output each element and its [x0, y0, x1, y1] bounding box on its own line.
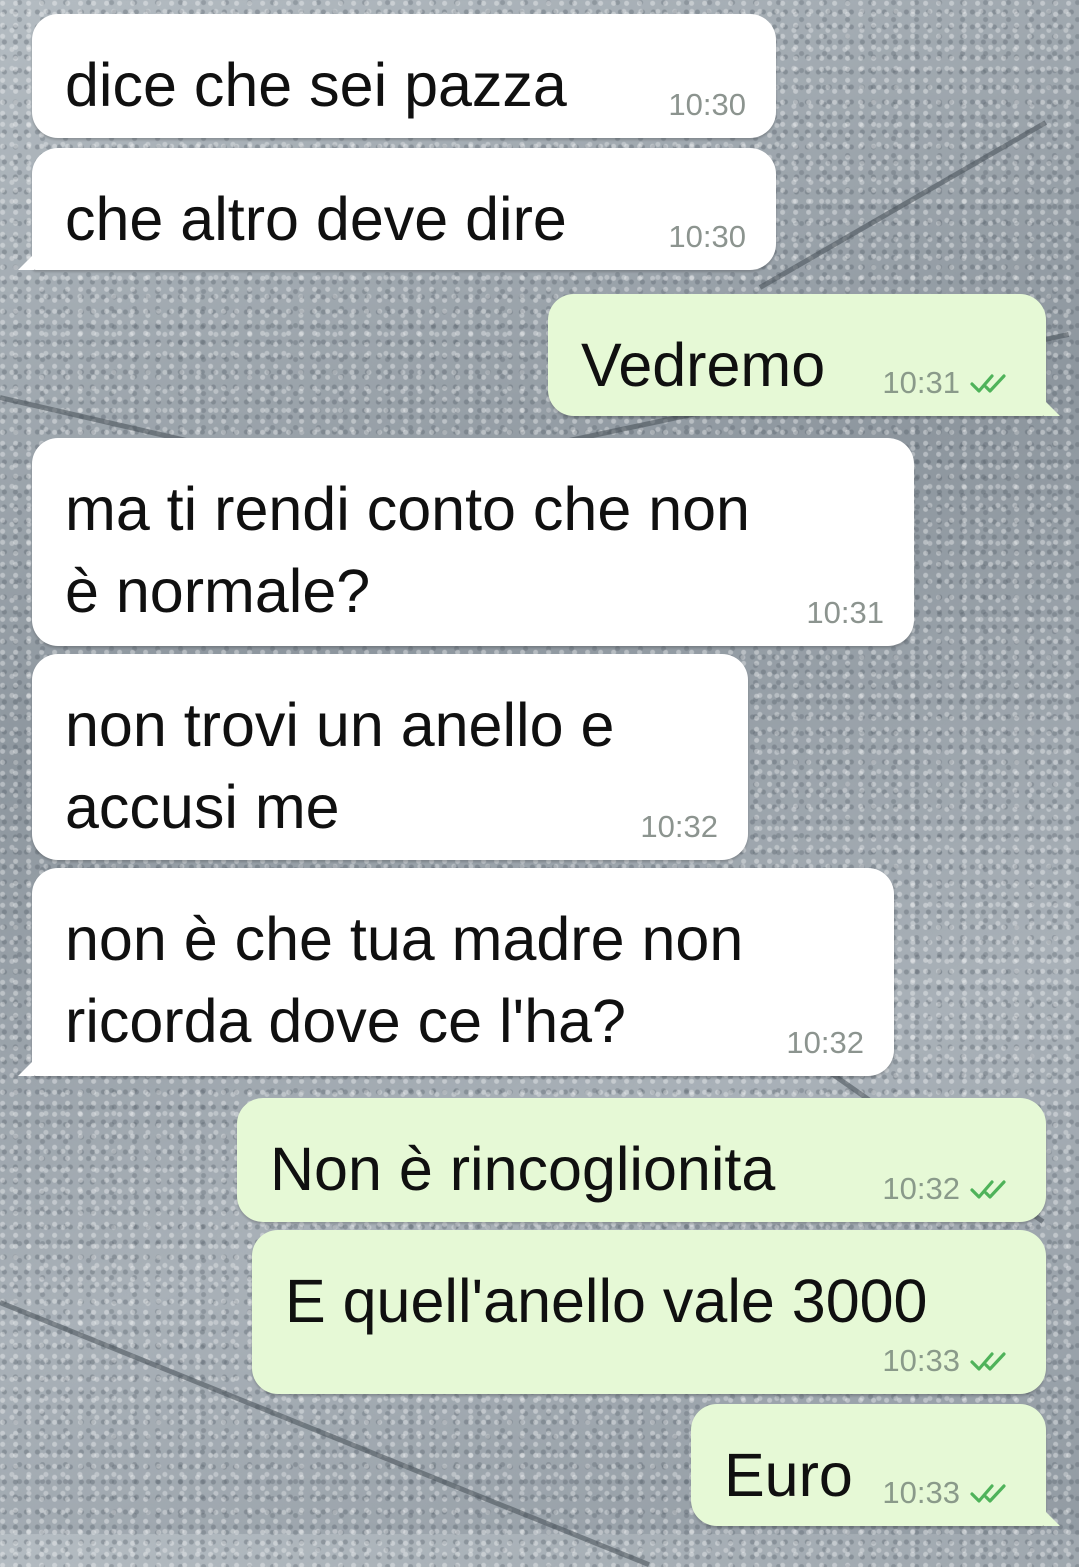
message-text: Non è rincoglionita: [270, 1135, 776, 1203]
message-bubble-incoming[interactable]: ma ti rendi conto che non è normale? 10:…: [32, 438, 914, 646]
message-bubble-outgoing[interactable]: Non è rincoglionita 10:32: [237, 1098, 1046, 1222]
message-text: ma ti rendi conto che non è normale?: [65, 475, 750, 625]
message-meta: 10:32: [882, 1172, 1016, 1206]
double-check-icon: [970, 1352, 1006, 1371]
message-time: 10:30: [668, 87, 746, 122]
message-text: Vedremo: [581, 331, 826, 399]
message-time: 10:33: [882, 1343, 960, 1378]
message-bubble-incoming[interactable]: non è che tua madre non ricorda dove ce …: [18, 868, 894, 1076]
message-meta: 10:30: [668, 88, 746, 122]
message-time: 10:30: [668, 219, 746, 254]
message-time: 10:31: [806, 595, 884, 630]
message-meta: 10:33: [882, 1476, 1016, 1510]
message-bubble-outgoing[interactable]: Vedremo 10:31: [548, 294, 1060, 416]
message-time: 10:32: [786, 1025, 864, 1060]
message-time: 10:32: [640, 809, 718, 844]
double-check-icon: [970, 374, 1006, 393]
message-bubble-outgoing[interactable]: E quell'anello vale 3000 10:33: [252, 1230, 1046, 1394]
double-check-icon: [970, 1484, 1006, 1503]
message-meta: 10:31: [806, 596, 884, 630]
message-text: non è che tua madre non ricorda dove ce …: [65, 905, 744, 1055]
message-time: 10:32: [882, 1171, 960, 1206]
message-meta: 10:32: [640, 810, 718, 844]
message-time: 10:31: [882, 365, 960, 400]
message-meta: 10:30: [668, 220, 746, 254]
message-bubble-incoming[interactable]: non trovi un anello e accusi me 10:32: [32, 654, 748, 860]
message-text: che altro deve dire: [65, 185, 567, 253]
message-bubble-incoming[interactable]: che altro deve dire 10:30: [18, 148, 776, 270]
message-bubble-outgoing[interactable]: Euro 10:33: [691, 1404, 1060, 1526]
message-meta: 10:33: [882, 1344, 1016, 1378]
double-check-icon: [970, 1180, 1006, 1199]
chat-message-list[interactable]: dice che sei pazza 10:30 che altro deve …: [0, 0, 1079, 1534]
message-text: dice che sei pazza: [65, 51, 567, 119]
message-meta: 10:32: [786, 1026, 864, 1060]
message-text: E quell'anello vale 3000: [285, 1267, 928, 1335]
message-bubble-incoming[interactable]: dice che sei pazza 10:30: [32, 14, 776, 138]
message-text: non trovi un anello e accusi me: [65, 691, 615, 841]
message-meta: 10:31: [882, 366, 1016, 400]
message-time: 10:33: [882, 1475, 960, 1510]
message-text: Euro: [724, 1441, 853, 1509]
